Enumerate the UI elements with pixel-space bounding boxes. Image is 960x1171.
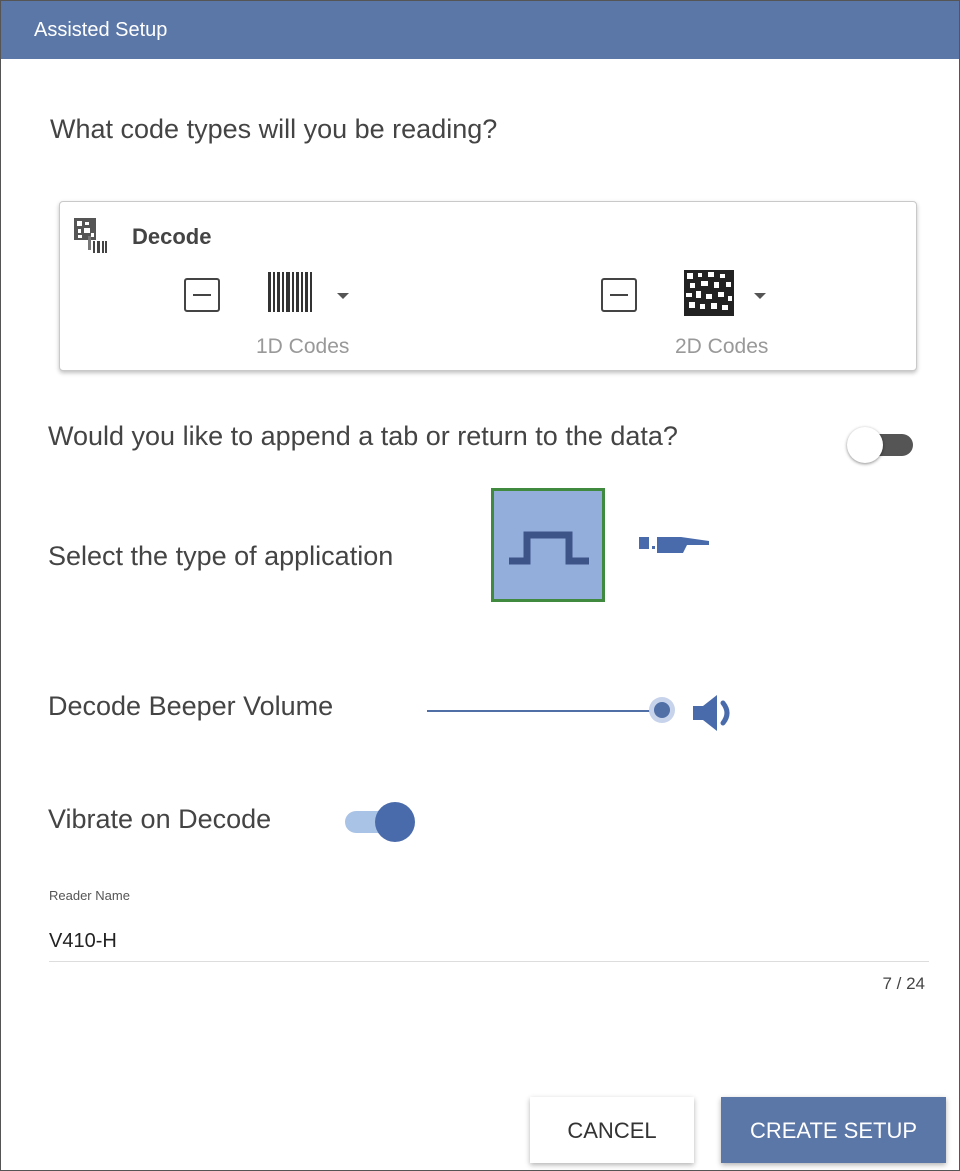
decode-icon [74,218,108,263]
dialog-title: Assisted Setup [1,1,959,59]
toggle-knob [375,802,415,842]
reader-name-label: Reader Name [49,888,130,903]
code-types-question: What code types will you be reading? [50,114,498,144]
assisted-setup-dialog: Assisted Setup What code types will you … [0,0,960,1171]
code-label-2d: 2D Codes [675,335,769,358]
volume-slider-track[interactable] [427,710,663,712]
cancel-button[interactable]: CANCEL [530,1097,694,1163]
vibrate-label: Vibrate on Decode [48,804,272,834]
code-label-1d: 1D Codes [256,335,350,358]
decode-panel: Decode 1D Codes 2D Codes [59,201,917,371]
hand-held-icon[interactable] [637,533,711,566]
decode-title: Decode [132,224,212,249]
pulse-trigger-icon [507,531,591,572]
chevron-down-icon[interactable] [754,293,766,299]
volume-label: Decode Beeper Volume [48,691,334,721]
barcode-2d-icon[interactable] [684,270,734,321]
reader-name-input[interactable] [49,921,929,962]
create-setup-button[interactable]: CREATE SETUP [721,1097,946,1163]
character-counter: 7 / 24 [882,974,925,993]
toggle-knob [847,427,883,463]
volume-slider-thumb[interactable] [649,697,675,723]
barcode-1d-icon[interactable] [268,272,316,321]
vibrate-toggle[interactable] [345,801,415,842]
remove-2d-codes-button[interactable] [601,278,637,312]
append-toggle[interactable] [847,427,915,463]
application-option-pulse[interactable] [491,488,605,602]
chevron-down-icon[interactable] [337,293,349,299]
append-question: Would you like to append a tab or return… [48,421,678,451]
remove-1d-codes-button[interactable] [184,278,220,312]
speaker-icon[interactable] [689,691,745,740]
application-question: Select the type of application [48,541,394,571]
